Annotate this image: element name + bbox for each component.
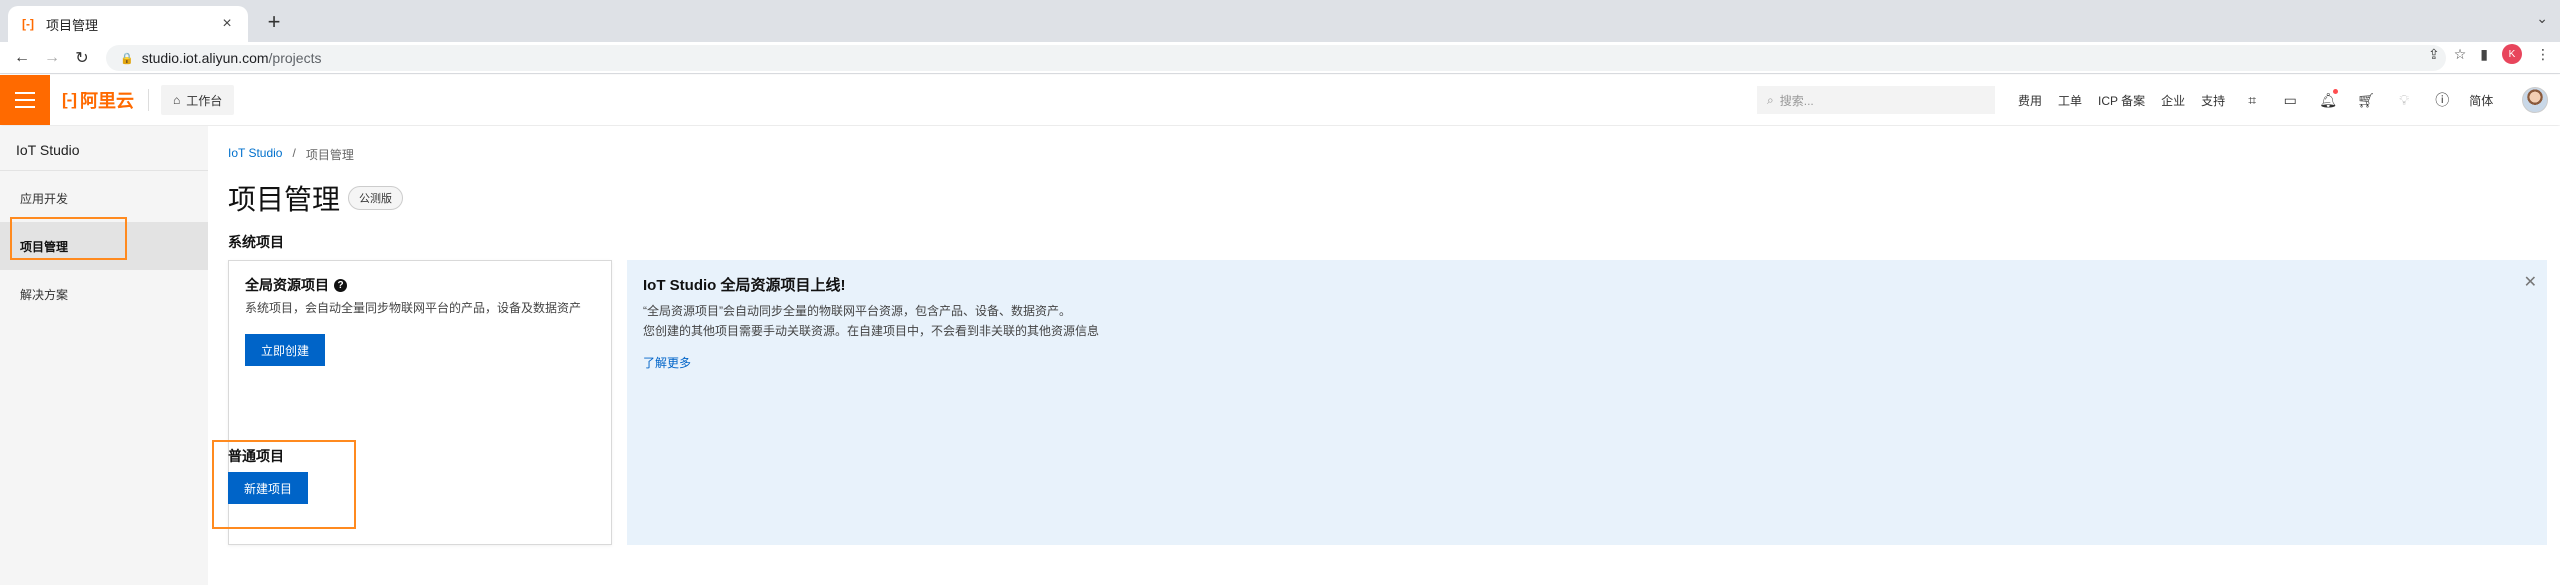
page-title: 项目管理 公测版 (228, 178, 404, 218)
new-tab-button[interactable]: + (260, 8, 288, 36)
code-icon[interactable]: ⌗ (2241, 89, 2263, 111)
breadcrumb-separator: / (292, 146, 296, 160)
help-icon[interactable]: ⓘ (2431, 89, 2453, 111)
aliyun-logo-mark-icon: [-] (62, 90, 77, 109)
highlight-box (212, 440, 356, 529)
browser-tab[interactable]: [-] 项目管理 × (8, 6, 248, 42)
share-icon[interactable]: ⇪ (2428, 46, 2440, 63)
card-title-text: 全局资源项目 (245, 277, 329, 293)
search-icon: ⌕ (1767, 92, 1774, 107)
bell-icon[interactable]: 🔔︎ (2317, 89, 2339, 111)
reload-icon[interactable]: ↻ (68, 44, 96, 72)
tab-close-icon[interactable]: × (218, 15, 236, 33)
profile-avatar[interactable]: K (2502, 44, 2522, 64)
card-title: 全局资源项目 ? (245, 275, 347, 295)
lightbulb-icon[interactable]: 💡︎ (2393, 89, 2415, 111)
search-placeholder: 搜索... (1779, 93, 1814, 108)
main-content: IoT Studio / 项目管理 项目管理 公测版 系统项目 全局资源项目 ?… (208, 126, 2560, 585)
topnav-link-support[interactable]: 支持 (2201, 92, 2225, 109)
language-switch[interactable]: 简体 (2469, 92, 2493, 109)
notice-line-1: “全局资源项目”会自动同步全量的物联网平台资源，包含产品、设备、数据资产。 (643, 304, 1071, 318)
page-title-text: 项目管理 (228, 184, 341, 215)
browser-menu-icon[interactable]: ⋮ (2536, 46, 2550, 63)
cart-icon[interactable]: 🛒︎ (2355, 89, 2377, 111)
topnav-link-enterprise[interactable]: 企业 (2161, 92, 2185, 109)
breadcrumb-link-iot-studio[interactable]: IoT Studio (228, 146, 282, 163)
lock-icon: 🔒 (120, 52, 134, 65)
sidebar-item-solutions[interactable]: 解决方案 (0, 270, 208, 318)
hamburger-menu-icon[interactable] (0, 75, 50, 125)
learn-more-link[interactable]: 了解更多 (643, 354, 691, 371)
highlight-box (10, 217, 127, 260)
create-now-button[interactable]: 立即创建 (245, 334, 326, 366)
topnav-link-icp[interactable]: ICP 备案 (2098, 92, 2145, 109)
browser-toolbar: ← → ↻ 🔒 studio.iot.aliyun.com/projects ⇪… (0, 42, 2560, 74)
notice-title: IoT Studio 全局资源项目上线! (643, 277, 846, 294)
tab-search-chevron-icon[interactable]: ⌄ (2536, 10, 2548, 27)
topnav-link-fees[interactable]: 费用 (2018, 92, 2042, 109)
workbench-label: 工作台 (186, 93, 223, 108)
system-projects-heading: 系统项目 (228, 234, 284, 250)
topnav-link-tickets[interactable]: 工单 (2058, 92, 2082, 109)
url-path: /projects (268, 50, 322, 66)
forward-arrow-icon[interactable]: → (38, 44, 66, 72)
url-bar[interactable]: 🔒 studio.iot.aliyun.com/projects (106, 45, 2446, 71)
logo-text: 阿里云 (79, 91, 134, 111)
search-input[interactable]: ⌕ 搜索... (1757, 86, 1995, 114)
question-icon[interactable]: ? (334, 278, 347, 292)
back-arrow-icon[interactable]: ← (8, 44, 36, 72)
home-icon: ⌂ (172, 93, 181, 107)
bookmark-star-icon[interactable]: ☆ (2454, 46, 2467, 63)
breadcrumb-current: 项目管理 (305, 148, 354, 162)
sidebar: IoT Studio 应用开发 项目管理 解决方案 (0, 126, 208, 585)
divider (147, 89, 149, 111)
side-panel-icon[interactable]: ▮ (2480, 46, 2488, 63)
notice-line-2: 您创建的其他项目需要手动关联资源。在自建项目中，不会看到非关联的其他资源信息 (643, 324, 1100, 338)
browser-tabstrip: [-] 项目管理 × + ⌄ (0, 0, 2560, 42)
card-description: 系统项目，会自动全量同步物联网平台的产品，设备及数据资产 (245, 301, 582, 315)
aliyun-favicon-icon: [-] (22, 17, 34, 31)
terminal-icon[interactable]: ▭ (2279, 89, 2301, 111)
sidebar-item-app-dev[interactable]: 应用开发 (0, 174, 208, 222)
close-icon[interactable]: ✕ (2524, 272, 2537, 292)
notification-dot (2333, 89, 2339, 94)
beta-badge: 公测版 (348, 186, 404, 210)
aliyun-logo[interactable]: [-] 阿里云 (62, 87, 134, 113)
console-topbar: [-] 阿里云 ⌂ 工作台 ⌕ 搜索... 费用 工单 ICP 备案 企业 支持… (0, 75, 2560, 125)
url-host: studio.iot.aliyun.com (141, 50, 269, 66)
tab-title: 项目管理 (46, 17, 99, 33)
sidebar-title: IoT Studio (16, 142, 80, 158)
sidebar-divider (0, 170, 208, 171)
workbench-button[interactable]: ⌂ 工作台 (160, 85, 235, 115)
notice-banner: IoT Studio 全局资源项目上线! “全局资源项目”会自动同步全量的物联网… (627, 260, 2547, 545)
user-avatar[interactable] (2522, 87, 2548, 113)
breadcrumb: IoT Studio / 项目管理 (228, 146, 354, 163)
